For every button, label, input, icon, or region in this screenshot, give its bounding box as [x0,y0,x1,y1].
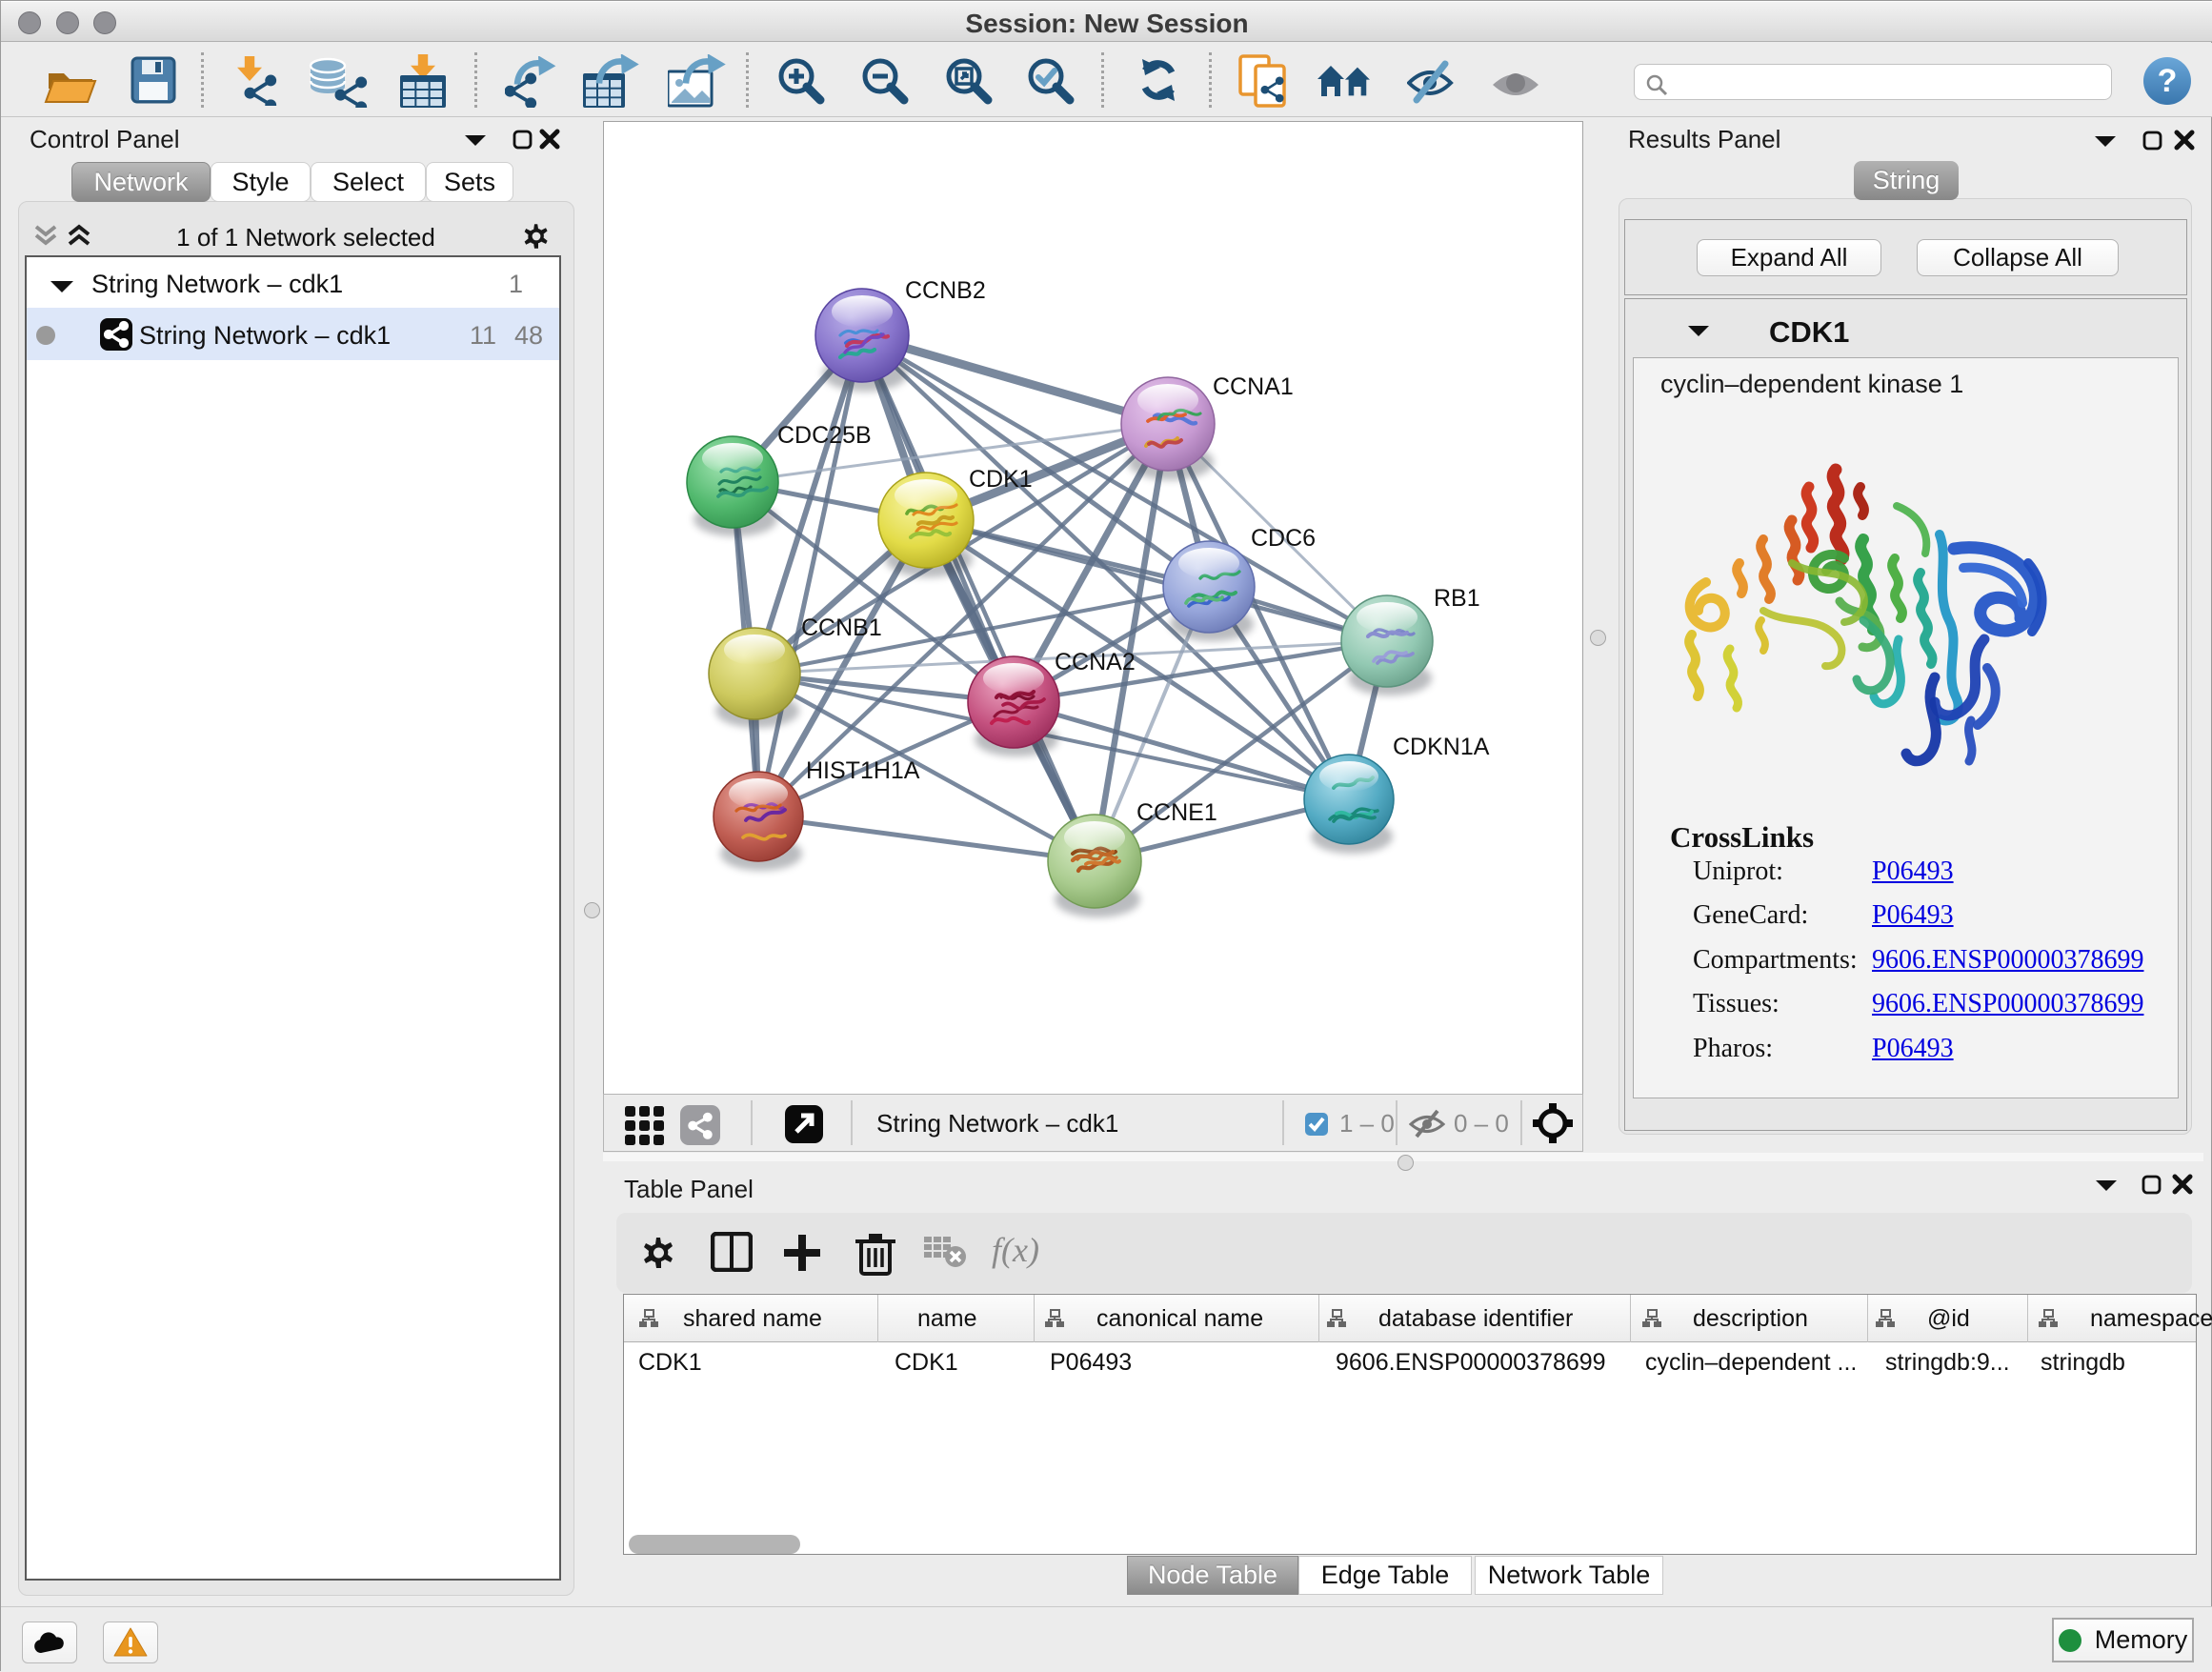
svg-text:CCNE1: CCNE1 [1136,799,1217,826]
svg-text:CDC25B: CDC25B [777,422,872,449]
svg-text:CDKN1A: CDKN1A [1393,734,1490,760]
svg-text:HIST1H1A: HIST1H1A [806,757,920,784]
svg-text:CCNB2: CCNB2 [905,277,986,304]
svg-text:CCNB1: CCNB1 [801,614,882,641]
svg-text:RB1: RB1 [1434,585,1480,612]
svg-text:CDC6: CDC6 [1251,525,1316,552]
svg-text:CCNA1: CCNA1 [1213,373,1294,400]
svg-text:CDK1: CDK1 [969,466,1033,493]
svg-text:CCNA2: CCNA2 [1055,649,1136,675]
